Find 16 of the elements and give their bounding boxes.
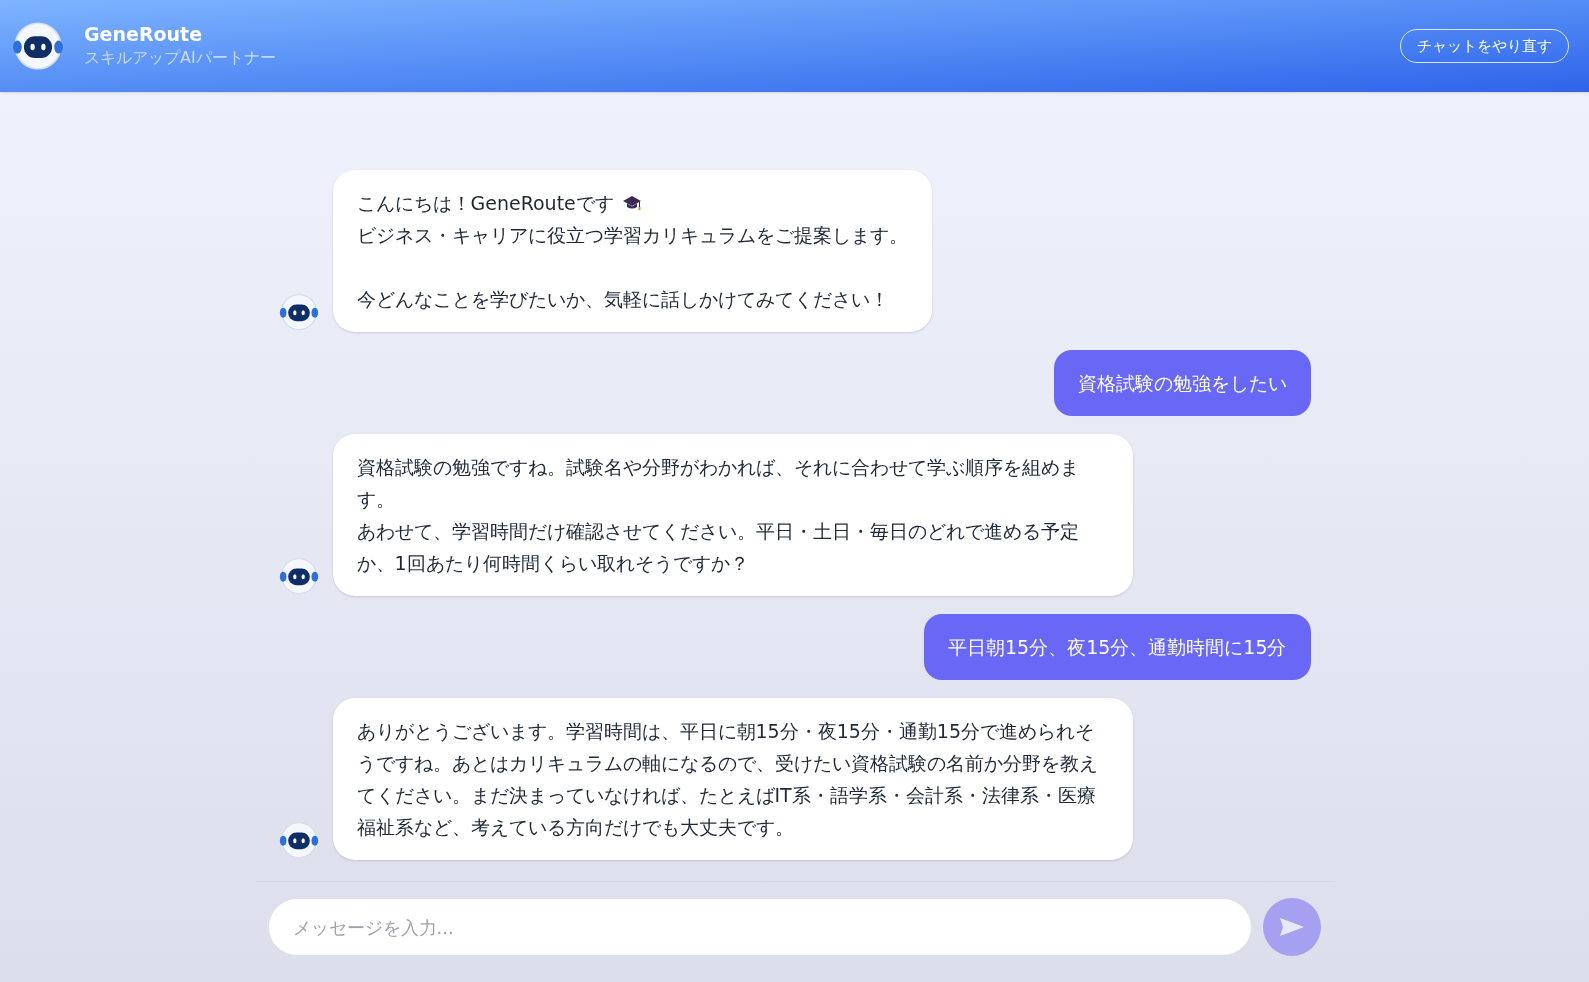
message-text: 今どんなことを学びたいか、気軽に話しかけてみてください！ (356, 287, 889, 312)
message-text: 資格試験の勉強をしたい (1077, 371, 1287, 396)
message-text: こんにちは！GeneRouteです (356, 191, 614, 216)
send-icon (1278, 917, 1305, 937)
robot-icon (278, 292, 319, 332)
message-text: 平日朝15分、夜15分、通勤時間に15分 (947, 635, 1287, 660)
app-title: GeneRoute (84, 22, 204, 46)
message-text: ビジネス・キャリアに役立つ学習カリキュラムをご提案します。 (356, 223, 908, 248)
app-subtitle: スキルアップAIパートナー (84, 47, 276, 69)
message-input[interactable]: メッセージを入力... (268, 899, 1251, 955)
message-text: 資格試験の勉強ですね。試験名や分野がわかれば、それに合わせて学ぶ順序を組めます。 (356, 455, 1080, 512)
robot-icon (278, 556, 319, 596)
message-text: あわせて、学習時間だけ確認させてください。平日・土日・毎日のどれで進める予定か、1回あたり何時間くらい取れそうですか？ (356, 519, 1080, 576)
robot-icon (12, 20, 64, 72)
message-text: ありがとうございます。学習時間は、平日に朝15分・夜15分・通勤15分で進められそうですね。あとはカリキュラムの軸になるので、受けたい資格試験の名前か分野を教えてください。まだ決まっていなければ、たとえばIT系・語学系・会計系・法律系・医療福祉系など、考えている方向だけでも大丈夫です。 (356, 719, 1099, 840)
robot-icon (278, 820, 319, 860)
